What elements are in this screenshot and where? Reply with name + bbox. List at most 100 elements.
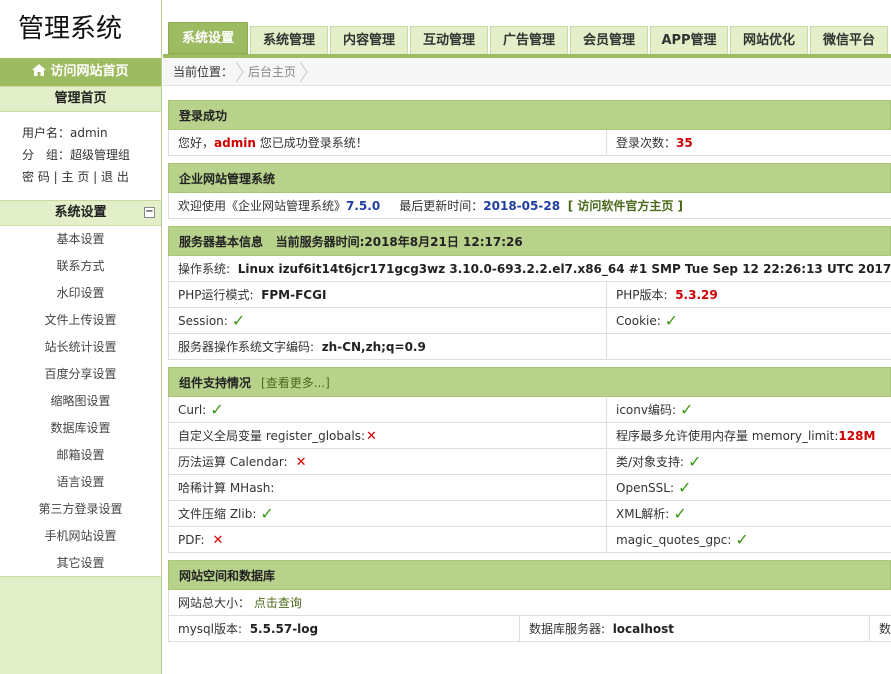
table-row: 欢迎使用《企业网站管理系统》7.5.0 最后更新时间：2018-05-28 [ …	[168, 193, 891, 219]
php-version-value: 5.3.29	[675, 288, 718, 302]
mysql-label: mysql版本:	[178, 622, 243, 636]
table-row: mysql版本: 5.5.57-log 数据库服务器: localhost 数据	[168, 616, 891, 642]
check-icon: ✓	[680, 400, 694, 419]
os-info: 操作系统: Linux izuf6it14t6jcr171gcg3wz 3.10…	[169, 256, 891, 281]
menu-item-contact[interactable]: 联系方式	[0, 253, 161, 280]
db-server-label: 数据库服务器:	[529, 622, 606, 636]
check-icon: ✓	[260, 504, 274, 523]
greeting-prefix: 您好，	[178, 136, 215, 150]
table-row: 服务器操作系统文字编码: zh-CN,zh;q=0.9	[168, 334, 891, 360]
session-support: Session: ✓	[169, 308, 606, 333]
login-greeting: 您好，admin 您已成功登录系统！	[169, 130, 606, 155]
query-size-link[interactable]: 点击查询	[254, 596, 302, 610]
memory-value: 128M	[838, 429, 876, 443]
cms-welcome: 欢迎使用《企业网站管理系统》7.5.0 最后更新时间：2018-05-28 [ …	[169, 193, 891, 218]
server-title: 服务器基本信息	[179, 235, 264, 249]
homepage-link[interactable]: 主 页	[62, 170, 90, 184]
curl-label: Curl:	[178, 403, 207, 417]
xml-support: XML解析: ✓	[606, 501, 891, 526]
os-value: Linux izuf6it14t6jcr171gcg3wz 3.10.0-693…	[237, 262, 891, 276]
check-icon: ✓	[673, 504, 687, 523]
truncated-label: 数据	[879, 622, 891, 636]
menu-item-other[interactable]: 其它设置	[0, 550, 161, 577]
zlib-support: 文件压缩 Zlib: ✓	[169, 501, 606, 526]
tab-ad-management[interactable]: 广告管理	[490, 26, 568, 54]
table-row: PDF: ✕ magic_quotes_gpc: ✓	[168, 527, 891, 553]
breadcrumb-page[interactable]: 后台主页	[248, 58, 296, 86]
register-globals-label: 自定义全局变量 register_globals:	[178, 429, 365, 443]
breadcrumb-label: 当前位置：	[173, 65, 234, 79]
table-row: Session: ✓ Cookie: ✓	[168, 308, 891, 334]
class-support: 类/对象支持: ✓	[606, 449, 891, 474]
breadcrumb: 当前位置： 后台主页	[163, 58, 891, 86]
server-section-title: 服务器基本信息 当前服务器时间:2018年8月21日 12:17:26	[168, 226, 891, 256]
menu-item-watermark[interactable]: 水印设置	[0, 280, 161, 307]
table-row: Curl: ✓ iconv编码: ✓	[168, 397, 891, 423]
tab-app-management[interactable]: APP管理	[650, 26, 728, 54]
collapse-icon[interactable]: −	[144, 207, 155, 218]
table-row: 哈稀计算 MHash: OpenSSL: ✓	[168, 475, 891, 501]
user-value: admin	[70, 126, 108, 140]
menu-item-mail[interactable]: 邮箱设置	[0, 442, 161, 469]
tab-content-management[interactable]: 内容管理	[330, 26, 408, 54]
group-value: 超级管理组	[70, 148, 131, 162]
table-row: 文件压缩 Zlib: ✓ XML解析: ✓	[168, 501, 891, 527]
encoding-value: zh-CN,zh;q=0.9	[321, 340, 426, 354]
class-support-label: 类/对象支持:	[616, 455, 685, 469]
os-label: 操作系统:	[178, 262, 231, 276]
visit-home-link[interactable]: 访问网站首页	[0, 58, 161, 86]
pdf-support: PDF: ✕	[169, 527, 606, 552]
login-count: 登录次数：35	[606, 130, 891, 155]
view-more-link[interactable]: [查看更多...]	[261, 376, 330, 390]
memory-limit: 程序最多允许使用内存量 memory_limit:128M	[606, 423, 891, 448]
menu-item-baidu-share[interactable]: 百度分享设置	[0, 361, 161, 388]
server-time-label: 当前服务器时间:	[275, 235, 365, 249]
tab-system-management[interactable]: 系统管理	[250, 26, 328, 54]
os-encoding: 服务器操作系统文字编码: zh-CN,zh;q=0.9	[169, 334, 606, 359]
password-link[interactable]: 密 码	[22, 170, 50, 184]
calendar-label: 历法运算 Calendar:	[178, 455, 288, 469]
tab-system-settings[interactable]: 系统设置	[168, 22, 248, 54]
cms-section-title: 企业网站管理系统	[168, 163, 891, 193]
components-title: 组件支持情况	[179, 376, 252, 390]
home-icon	[32, 64, 47, 76]
greeting-suffix: 您已成功登录系统！	[259, 136, 368, 150]
table-row: 自定义全局变量 register_globals:✕ 程序最多允许使用内存量 m…	[168, 423, 891, 449]
php-mode-value: FPM-FCGI	[261, 288, 327, 302]
logout-link[interactable]: 退 出	[101, 170, 129, 184]
official-site-link[interactable]: [ 访问软件官方主页 ]	[568, 199, 683, 213]
login-section-title: 登录成功	[168, 100, 891, 130]
top-nav: 系统设置 系统管理 内容管理 互动管理 广告管理 会员管理 APP管理 网站优化…	[163, 0, 891, 58]
xml-label: XML解析:	[616, 507, 670, 521]
site-size-label: 网站总大小：	[178, 596, 251, 610]
cross-icon: ✕	[212, 533, 224, 548]
tab-interaction-management[interactable]: 互动管理	[410, 26, 488, 54]
system-settings-heading[interactable]: 系统设置 −	[0, 200, 161, 226]
menu-item-basic[interactable]: 基本设置	[0, 226, 161, 253]
zlib-label: 文件压缩 Zlib:	[178, 507, 257, 521]
tab-member-management[interactable]: 会员管理	[570, 26, 648, 54]
home-heading: 管理首页	[0, 86, 161, 112]
cookie-label: Cookie:	[616, 314, 661, 328]
login-user: admin	[214, 136, 256, 150]
system-settings-label: 系统设置	[54, 205, 107, 220]
update-date: 2018-05-28	[483, 199, 561, 213]
tab-site-optimization[interactable]: 网站优化	[730, 26, 808, 54]
menu-item-thumbnail[interactable]: 缩略图设置	[0, 388, 161, 415]
openssl-label: OpenSSL:	[616, 481, 675, 495]
db-server: 数据库服务器: localhost	[519, 616, 869, 641]
cross-icon: ✕	[295, 455, 307, 470]
menu-item-third-party-login[interactable]: 第三方登录设置	[0, 496, 161, 523]
pdf-label: PDF:	[178, 533, 205, 547]
iconv-label: iconv编码:	[616, 403, 677, 417]
tab-wechat[interactable]: 微信平台	[810, 26, 888, 54]
menu-item-language[interactable]: 语言设置	[0, 469, 161, 496]
settings-menu: 基本设置 联系方式 水印设置 文件上传设置 站长统计设置 百度分享设置 缩略图设…	[0, 226, 161, 577]
components-section-title: 组件支持情况 [查看更多...]	[168, 367, 891, 397]
menu-item-mobile[interactable]: 手机网站设置	[0, 523, 161, 550]
menu-item-database[interactable]: 数据库设置	[0, 415, 161, 442]
curl-support: Curl: ✓	[169, 397, 606, 422]
menu-item-upload[interactable]: 文件上传设置	[0, 307, 161, 334]
check-icon: ✓	[210, 400, 224, 419]
menu-item-stats[interactable]: 站长统计设置	[0, 334, 161, 361]
